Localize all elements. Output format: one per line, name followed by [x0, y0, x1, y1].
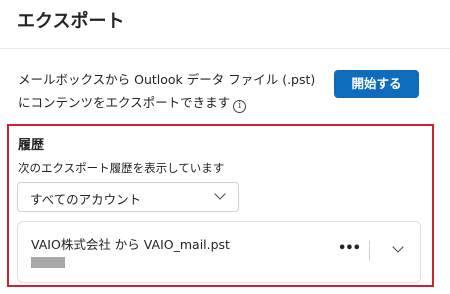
divider	[369, 241, 370, 261]
chevron-down-icon	[214, 188, 226, 200]
export-description-text: メールボックスから Outlook データ ファイル (.pst) にコンテンツ…	[18, 72, 316, 110]
history-title: 履歴	[18, 138, 45, 153]
history-subtitle: 次のエクスポート履歴を表示しています	[18, 161, 225, 175]
expand-button[interactable]	[388, 240, 408, 260]
history-section: 履歴 次のエクスポート履歴を表示しています すべてのアカウント VAIO株式会社…	[7, 124, 434, 287]
account-filter-value: すべてのアカウント	[30, 192, 142, 207]
account-filter-dropdown[interactable]: すべてのアカウント	[17, 182, 239, 212]
export-history-item[interactable]: VAIO株式会社 から VAIO_mail.pst •••	[17, 221, 421, 283]
export-item-name: VAIO株式会社 から VAIO_mail.pst	[31, 237, 230, 252]
page-header: エクスポート	[0, 0, 450, 49]
info-icon[interactable]: i	[233, 100, 247, 113]
chevron-down-icon	[392, 241, 404, 253]
export-description: メールボックスから Outlook データ ファイル (.pst) にコンテンツ…	[18, 68, 323, 114]
page-title: エクスポート	[17, 11, 125, 32]
redacted-detail	[31, 257, 65, 268]
start-export-button[interactable]: 開始する	[334, 70, 419, 98]
more-options-button[interactable]: •••	[338, 242, 361, 258]
